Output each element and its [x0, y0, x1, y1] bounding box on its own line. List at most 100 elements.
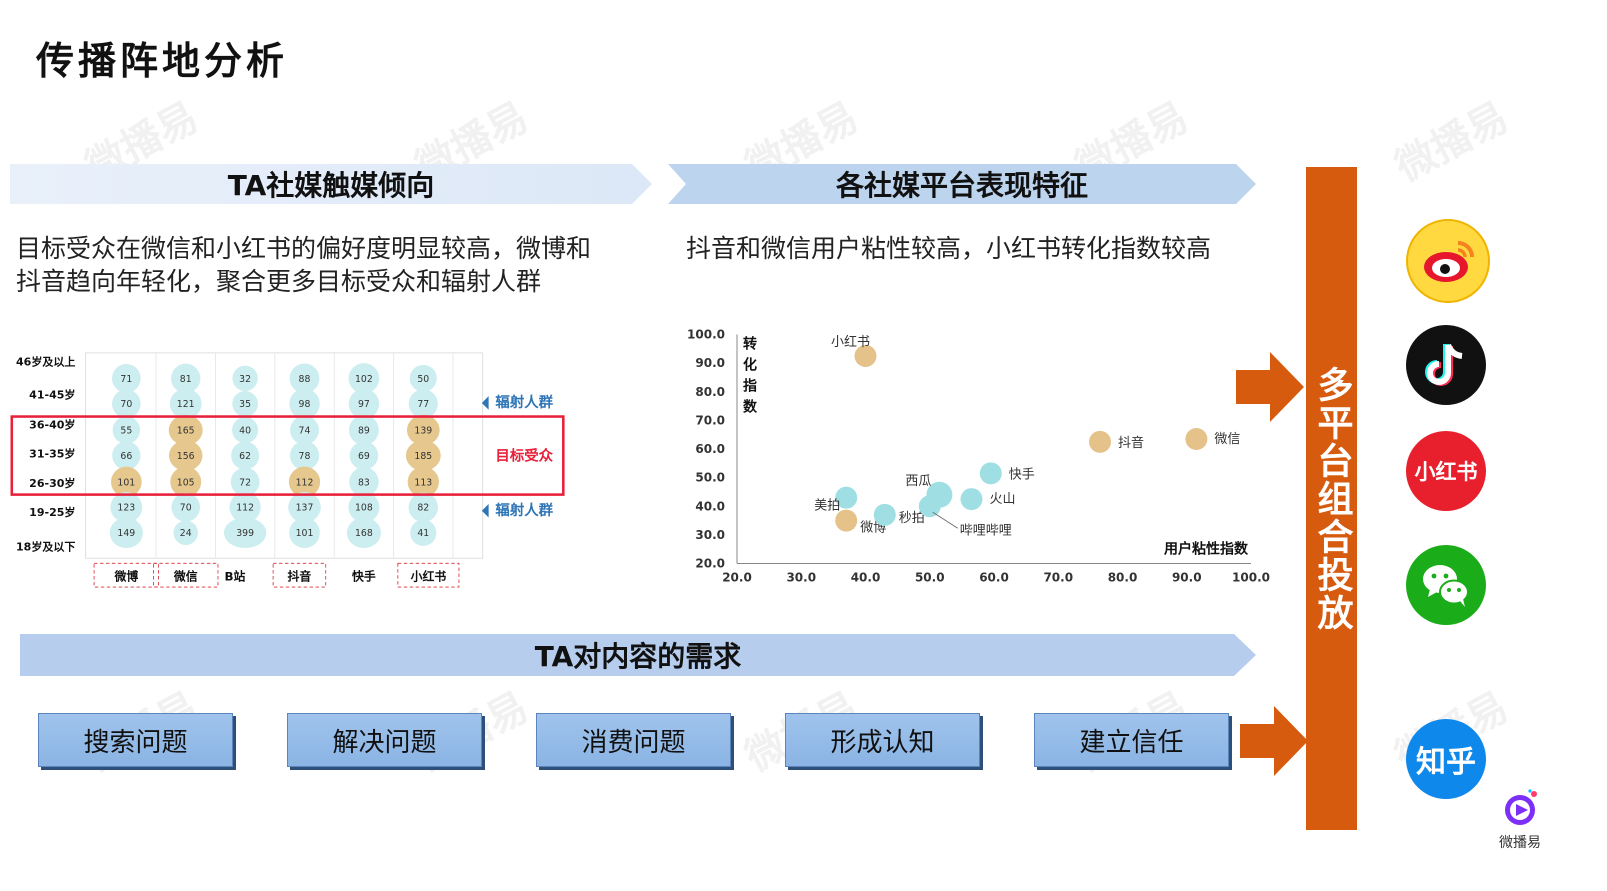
y-tick-label: 70.0 [695, 413, 725, 427]
target-audience-box [10, 415, 565, 496]
bubble-value: 32 [239, 374, 251, 385]
bubble-value: 81 [180, 374, 192, 385]
banner-left: TA社媒触媒倾向 [10, 164, 652, 204]
bubble-value: 35 [239, 399, 251, 410]
xiaohongshu-label: 小红书 [1414, 460, 1478, 484]
left-description: 目标受众在微信和小红书的偏好度明显较高，微博和 抖音趋向年轻化，聚合更多目标受众… [16, 232, 656, 298]
bubble-value: 78 [299, 451, 311, 462]
banner-middle: 各社媒平台表现特征 [668, 164, 1256, 204]
radiation-label-bottom: 辐射人群 [495, 501, 553, 519]
scatter-point [918, 495, 941, 518]
zhihu-label: 知乎 [1416, 745, 1476, 780]
bubble-value: 185 [414, 451, 432, 462]
point-label: 抖音 [1118, 435, 1144, 451]
arrow-right-icon [1240, 706, 1308, 776]
arrow-right-icon [1236, 352, 1304, 422]
age-label: 18岁及以下 [16, 540, 75, 554]
x-tick-label: 40.0 [851, 571, 881, 585]
platform-label: 微信 [173, 569, 198, 583]
x-tick-label: 30.0 [786, 571, 816, 585]
x-tick-label: 20.0 [722, 571, 752, 585]
bubble-value: 156 [177, 451, 195, 462]
age-label: 46岁及以上 [16, 355, 75, 369]
zhihu-icon: 知乎 [1406, 719, 1486, 799]
radiation-label-top: 辐射人群 [495, 393, 553, 411]
bubble-value: 77 [417, 399, 429, 410]
watermark: 微播易 [1388, 94, 1516, 192]
bubble-value: 50 [417, 374, 429, 385]
point-label: 秒拍 [899, 511, 925, 526]
y-tick-label: 90.0 [695, 356, 725, 370]
platform-label: 抖音 [288, 569, 312, 583]
need-solve: 解决问题 [287, 713, 482, 767]
bubble-value: 66 [120, 451, 132, 462]
y-tick-label: 50.0 [695, 471, 725, 485]
bubble-value: 55 [120, 426, 132, 437]
need-consume: 消费问题 [536, 713, 731, 767]
ta-media-bubble-chart: 71 81 32 88 102 50 70 121 35 98 97 77 55 165 40 74 89 139… [10, 352, 565, 588]
bubble-value: 399 [236, 528, 254, 539]
point-label: 美拍 [814, 499, 840, 514]
scatter-point [960, 488, 983, 511]
y-tick-label: 100.0 [687, 328, 725, 342]
scatter-point [873, 503, 896, 526]
point-label: 火山 [990, 492, 1016, 507]
bubble-value: 123 [117, 503, 135, 514]
bubble-value: 168 [355, 528, 373, 539]
bubble-value: 62 [239, 451, 251, 462]
y-tick-label: 20.0 [695, 557, 725, 571]
x-axis-label: 用户粘性指数 [1164, 541, 1249, 558]
left-description-line: 抖音趋向年轻化，聚合更多目标受众和辐射人群 [16, 267, 542, 296]
need-cognition: 形成认知 [785, 713, 980, 767]
point-label: 哔哩哔哩 [960, 523, 1012, 538]
bubble-value: 41 [417, 528, 429, 539]
platform-label: 小红书 [410, 569, 447, 583]
play-logo-icon [1505, 789, 1537, 825]
banner-left-title: TA社媒触媒倾向 [227, 169, 435, 202]
bubble-value: 74 [299, 426, 311, 437]
bubble-value: 70 [120, 399, 132, 410]
y-tick-label: 40.0 [695, 499, 725, 513]
bubble-value: 97 [358, 399, 370, 410]
bubble-value: 83 [358, 477, 370, 488]
y-axis-label-char: 化 [743, 357, 757, 374]
bubble-value: 82 [417, 503, 429, 514]
y-axis-label-char: 数 [743, 399, 758, 416]
target-audience-label: 目标受众 [495, 447, 553, 465]
platform-label: B站 [224, 569, 245, 583]
banner-bottom: TA对内容的需求 [20, 634, 1256, 676]
xiaohongshu-icon: 小红书 [1406, 431, 1486, 511]
bubble-value: 121 [177, 399, 195, 410]
y-axis-label-char: 指 [743, 378, 757, 395]
bubble-value: 165 [177, 426, 195, 437]
age-label: 19-25岁 [29, 505, 75, 519]
scatter-point [1089, 430, 1112, 453]
bubble-value: 40 [239, 426, 251, 437]
bubble-value: 101 [296, 528, 314, 539]
y-tick-label: 80.0 [695, 385, 725, 399]
x-tick-label: 50.0 [915, 571, 945, 585]
brand-logo: 微播易 [1494, 788, 1546, 856]
bubble-value: 69 [358, 451, 370, 462]
need-trust: 建立信任 [1034, 713, 1229, 767]
x-tick-label: 60.0 [979, 571, 1009, 585]
scatter-point [979, 462, 1002, 485]
banner-bottom-title: TA对内容的需求 [534, 640, 742, 673]
bubble-value: 72 [239, 477, 251, 488]
left-description-line: 目标受众在微信和小红书的偏好度明显较高，微博和 [16, 234, 592, 263]
bubble-value: 101 [117, 477, 135, 488]
page-title: 传播阵地分析 [36, 39, 289, 83]
leader-line [932, 511, 958, 529]
bubble-value: 71 [120, 374, 132, 385]
bubble-value: 112 [236, 503, 254, 514]
bubble-value: 70 [180, 503, 192, 514]
x-tick-label: 90.0 [1172, 571, 1202, 585]
douyin-icon [1406, 325, 1486, 405]
age-label: 41-45岁 [29, 388, 75, 402]
y-tick-label: 30.0 [695, 528, 725, 542]
bubble-value: 112 [296, 477, 314, 488]
platform-label: 微博 [113, 569, 138, 583]
point-label: 微信 [1214, 432, 1240, 447]
x-tick-label: 100.0 [1232, 571, 1270, 585]
need-search: 搜索问题 [38, 713, 233, 767]
